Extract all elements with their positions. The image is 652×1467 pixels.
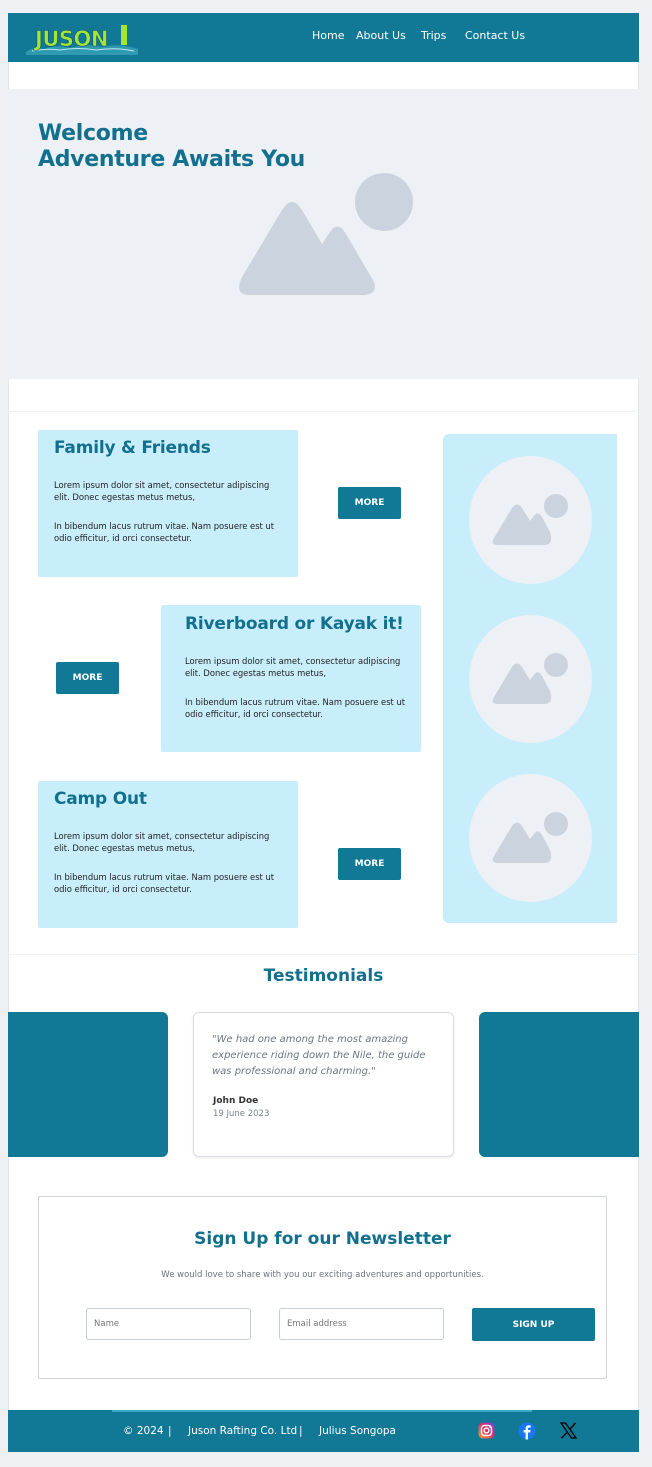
footer-copyright: © 2024 bbox=[123, 1425, 164, 1437]
footer-author: Julius Songopa bbox=[319, 1425, 396, 1437]
newsletter-title: Sign Up for our Newsletter bbox=[194, 1229, 451, 1249]
trip-title-kayak: Riverboard or Kayak it! bbox=[185, 614, 404, 634]
image-placeholder-icon bbox=[492, 494, 568, 545]
nav-home[interactable]: Home bbox=[312, 29, 344, 42]
hero-tagline: Adventure Awaits You bbox=[38, 147, 306, 172]
footer-divider: | bbox=[168, 1425, 172, 1437]
footer-divider: | bbox=[299, 1425, 303, 1437]
nav-contact-us[interactable]: Contact Us bbox=[465, 29, 525, 42]
x-icon[interactable] bbox=[560, 1422, 577, 1439]
testimonial-author: John Doe bbox=[213, 1096, 259, 1106]
more-button-camp[interactable]: MORE bbox=[338, 848, 401, 880]
trip-text2-family: In bibendum lacus rutrum vitae. Nam posu… bbox=[54, 521, 275, 544]
instagram-icon[interactable] bbox=[478, 1422, 495, 1439]
hero-welcome: Welcome bbox=[38, 121, 148, 146]
newsletter-box bbox=[38, 1196, 607, 1379]
section-divider bbox=[8, 954, 639, 955]
trip-text1-family: Lorem ipsum dolor sit amet, consectetur … bbox=[54, 480, 270, 503]
footer-accent-line bbox=[112, 1410, 532, 1412]
trip-text2-kayak: In bibendum lacus rutrum vitae. Nam posu… bbox=[185, 697, 406, 720]
footer-company: Juson Rafting Co. Ltd bbox=[188, 1425, 298, 1437]
facebook-icon[interactable] bbox=[518, 1422, 536, 1440]
image-placeholder-icon bbox=[492, 812, 568, 863]
juson-logo[interactable]: JUSON bbox=[26, 22, 138, 55]
sign-up-button[interactable]: SIGN UP bbox=[472, 1308, 595, 1341]
nav-trips[interactable]: Trips bbox=[421, 29, 446, 42]
name-input[interactable] bbox=[86, 1308, 251, 1340]
section-divider bbox=[8, 411, 639, 412]
more-button-family[interactable]: MORE bbox=[338, 487, 401, 519]
trip-text2-camp: In bibendum lacus rutrum vitae. Nam posu… bbox=[54, 872, 275, 895]
testimonial-card-prev[interactable] bbox=[8, 1012, 168, 1157]
nav-about-us[interactable]: About Us bbox=[356, 29, 406, 42]
trip-title-camp: Camp Out bbox=[54, 789, 147, 809]
more-button-kayak[interactable]: MORE bbox=[56, 662, 119, 694]
testimonial-card-next[interactable] bbox=[479, 1012, 639, 1157]
trip-text1-camp: Lorem ipsum dolor sit amet, consectetur … bbox=[54, 831, 270, 854]
testimonials-title: Testimonials bbox=[263, 966, 384, 986]
trip-title-family: Family & Friends bbox=[54, 438, 211, 458]
email-input[interactable] bbox=[279, 1308, 444, 1340]
trip-text1-kayak: Lorem ipsum dolor sit amet, consectetur … bbox=[185, 656, 401, 679]
svg-text:JUSON: JUSON bbox=[33, 27, 108, 51]
testimonial-date: 19 June 2023 bbox=[213, 1109, 270, 1119]
testimonial-quote: "We had one among the most amazing exper… bbox=[212, 1034, 426, 1077]
newsletter-subtitle: We would love to share with you our exci… bbox=[161, 1270, 484, 1280]
image-placeholder-icon bbox=[492, 653, 568, 704]
hero-image-placeholder-icon bbox=[239, 173, 413, 295]
